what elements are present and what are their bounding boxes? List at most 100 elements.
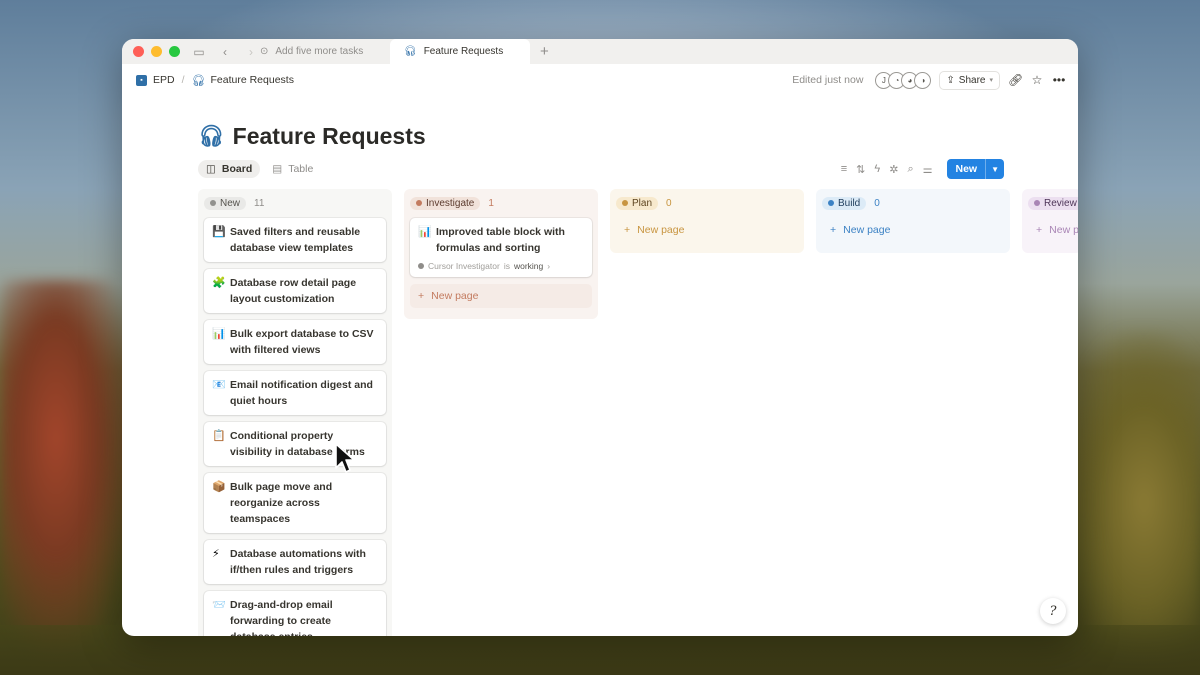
tab-board[interactable]: ◫ Board bbox=[198, 160, 261, 178]
headset-icon[interactable]: 🎧︎ bbox=[198, 125, 225, 149]
table-icon: ▤ bbox=[272, 163, 283, 175]
card-icon: 💾 bbox=[212, 226, 226, 238]
status-dot bbox=[622, 200, 628, 206]
mouse-cursor-icon bbox=[335, 443, 355, 473]
column-header[interactable]: Review bbox=[1028, 195, 1078, 211]
agent-status[interactable]: Cursor Investigator is working › bbox=[418, 261, 584, 271]
card-title: Bulk page move and reorganize across tea… bbox=[230, 481, 333, 525]
share-label: Share bbox=[958, 74, 986, 86]
more-icon[interactable]: ••• bbox=[1052, 73, 1066, 87]
agent-status-icon bbox=[418, 263, 424, 269]
card-icon: 📊 bbox=[212, 328, 226, 340]
breadcrumb-page[interactable]: Feature Requests bbox=[210, 74, 293, 86]
headset-icon: 🎧︎ bbox=[191, 74, 206, 87]
maximize-window-button[interactable] bbox=[169, 46, 180, 57]
search-icon[interactable]: ⌕ bbox=[907, 163, 913, 176]
tab-label: Feature Requests bbox=[423, 46, 504, 57]
filter-icon[interactable]: ≡ bbox=[841, 163, 847, 175]
board-card[interactable]: 📊 Bulk export database to CSV with filte… bbox=[204, 320, 386, 364]
breadcrumb-separator: / bbox=[181, 74, 185, 86]
new-page-button[interactable]: + New page bbox=[1028, 218, 1078, 242]
new-page-label: New page bbox=[637, 224, 685, 236]
status-dot bbox=[210, 200, 216, 206]
card-icon: 📨 bbox=[212, 599, 226, 611]
new-page-label: New page bbox=[843, 224, 891, 236]
new-tab-icon[interactable]: + bbox=[540, 43, 549, 60]
column-header[interactable]: Investigate 1 bbox=[410, 195, 592, 211]
help-button[interactable]: ? bbox=[1040, 598, 1066, 624]
plus-icon: + bbox=[418, 290, 425, 302]
board-card[interactable]: 📋 Conditional property visibility in dat… bbox=[204, 422, 386, 466]
tab-strip: ▭ ‹ › ⊙ Add five more tasks 🎧︎ Feature R… bbox=[122, 39, 1078, 64]
column-header[interactable]: New 11 bbox=[204, 195, 386, 211]
column-header[interactable]: Build 0 bbox=[822, 195, 1004, 211]
tab-label: Table bbox=[288, 163, 314, 175]
share-button[interactable]: ⇪ Share ▾ bbox=[939, 70, 1000, 90]
status-badge: Plan bbox=[616, 196, 659, 210]
chevron-right-icon: › bbox=[547, 261, 551, 271]
new-page-label: New page bbox=[1049, 224, 1078, 236]
workspace-icon: ▪ bbox=[136, 74, 147, 86]
settings-icon[interactable]: ⚌ bbox=[923, 163, 933, 176]
status-label: Plan bbox=[632, 197, 653, 209]
card-icon: 🧩 bbox=[212, 277, 226, 289]
board-card[interactable]: 📦 Bulk page move and reorganize across t… bbox=[204, 473, 386, 533]
board: New 11 💾 Saved filters and reusable data… bbox=[198, 189, 1078, 636]
breadcrumb-workspace[interactable]: EPD bbox=[153, 74, 175, 86]
board-card[interactable]: 💾 Saved filters and reusable database vi… bbox=[204, 218, 386, 262]
column-count: 1 bbox=[488, 197, 494, 209]
page-topbar: ▪ EPD / 🎧︎ Feature Requests Edited just … bbox=[122, 64, 1078, 96]
status-label: New bbox=[220, 197, 241, 209]
view-bar: ◫ Board ▤ Table ≡ ⇅ ϟ ✲ ⌕ ⚌ New ▼ bbox=[198, 158, 1004, 180]
column-investigate: Investigate 1 📊 Improved table block wit… bbox=[404, 189, 598, 319]
agent-status-state: working bbox=[513, 261, 544, 271]
status-badge: Review bbox=[1028, 196, 1078, 210]
minimize-window-button[interactable] bbox=[151, 46, 162, 57]
new-page-button[interactable]: + New page bbox=[616, 218, 798, 242]
card-icon: 📋 bbox=[212, 430, 226, 442]
column-count: 0 bbox=[666, 197, 672, 209]
sparkle-icon[interactable]: ✲ bbox=[889, 163, 898, 176]
status-label: Build bbox=[838, 197, 861, 209]
chevron-down-icon: ▾ bbox=[989, 77, 993, 84]
link-icon[interactable]: 🔗︎ bbox=[1008, 73, 1023, 87]
status-badge: New bbox=[204, 196, 247, 210]
new-page-button[interactable]: + New page bbox=[410, 284, 592, 308]
automation-icon[interactable]: ϟ bbox=[874, 163, 880, 175]
chevron-down-icon[interactable]: ▼ bbox=[985, 159, 1004, 179]
board-card[interactable]: 📊 Improved table block with formulas and… bbox=[410, 218, 592, 277]
browser-tab-feature-requests[interactable]: 🎧︎ Feature Requests bbox=[390, 39, 530, 64]
board-card[interactable]: 📨 Drag-and-drop email forwarding to crea… bbox=[204, 591, 386, 636]
browser-tab-tasks[interactable]: ⊙ Add five more tasks bbox=[246, 39, 388, 64]
star-icon[interactable]: ☆ bbox=[1030, 73, 1044, 87]
new-button-label[interactable]: New bbox=[947, 159, 985, 179]
new-page-button[interactable]: + New page bbox=[822, 218, 1004, 242]
card-title: Bulk export database to CSV with filtere… bbox=[230, 328, 374, 356]
new-button[interactable]: New ▼ bbox=[947, 159, 1004, 179]
page-title-text[interactable]: Feature Requests bbox=[233, 123, 426, 150]
sidebar-toggle-icon[interactable]: ▭ bbox=[192, 45, 206, 59]
card-icon: ⚡ bbox=[212, 548, 220, 560]
card-title: Saved filters and reusable database view… bbox=[230, 226, 361, 254]
status-badge: Investigate bbox=[410, 196, 481, 210]
status-dot bbox=[416, 200, 422, 206]
edited-status: Edited just now bbox=[792, 74, 864, 86]
board-card[interactable]: 🧩 Database row detail page layout custom… bbox=[204, 269, 386, 313]
close-window-button[interactable] bbox=[133, 46, 144, 57]
column-count: 0 bbox=[874, 197, 880, 209]
collaborator-avatars[interactable]: J ◔ ◕ ◑ bbox=[875, 71, 932, 89]
column-header[interactable]: Plan 0 bbox=[616, 195, 798, 211]
board-card[interactable]: ⚡ Database automations with if/then rule… bbox=[204, 540, 386, 584]
card-title: Database row detail page layout customiz… bbox=[230, 277, 357, 305]
tab-label: Board bbox=[221, 163, 253, 175]
back-arrow-icon[interactable]: ‹ bbox=[218, 45, 232, 59]
status-label: Investigate bbox=[426, 197, 475, 209]
app-window: ▭ ‹ › ⊙ Add five more tasks 🎧︎ Feature R… bbox=[122, 39, 1078, 636]
plus-icon: + bbox=[624, 224, 631, 236]
sort-icon[interactable]: ⇅ bbox=[856, 163, 865, 176]
window-controls bbox=[133, 46, 180, 57]
card-icon: 📊 bbox=[418, 226, 432, 238]
tab-table[interactable]: ▤ Table bbox=[264, 160, 321, 178]
board-card[interactable]: 📧 Email notification digest and quiet ho… bbox=[204, 371, 386, 415]
status-dot bbox=[828, 200, 834, 206]
